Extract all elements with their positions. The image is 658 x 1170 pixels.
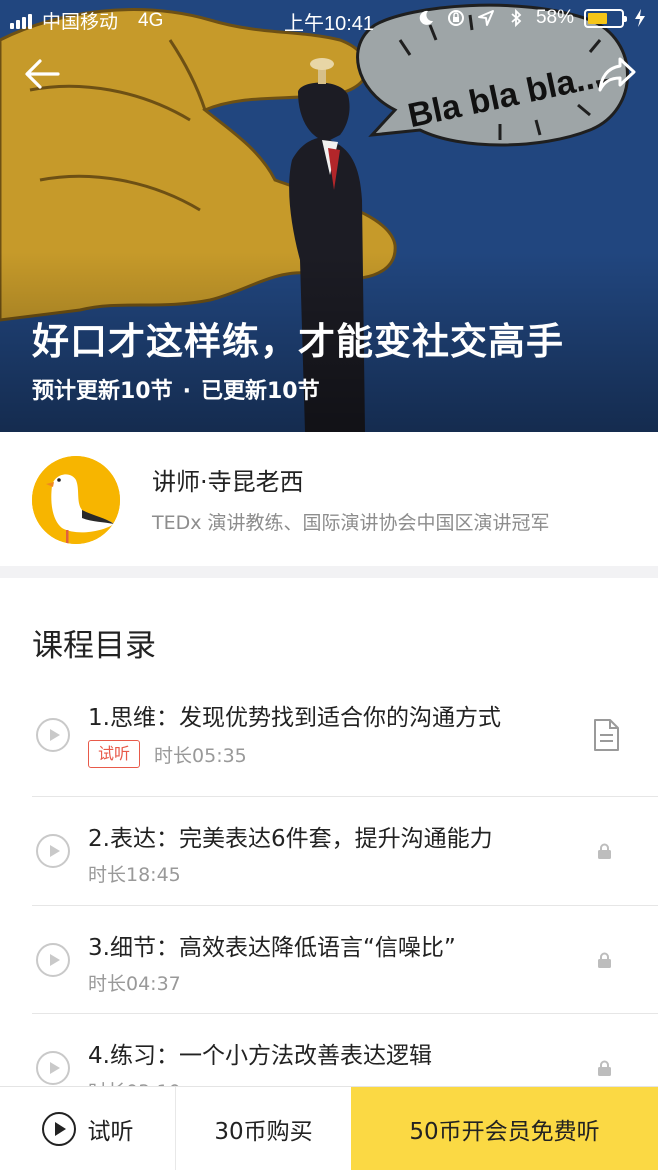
lesson-title: 2.表达：完美表达6件套，提升沟通能力 <box>88 826 493 852</box>
share-icon[interactable] <box>596 54 638 94</box>
updates-planned: 预计更新10节 <box>32 379 173 404</box>
play-circle-icon[interactable] <box>36 834 70 868</box>
lesson-meta: 时长04:37 <box>88 969 181 996</box>
bluetooth-icon <box>511 8 522 28</box>
lesson-meta: 试听 时长05:35 <box>88 740 247 768</box>
lesson-title: 4.练习：一个小方法改善表达逻辑 <box>88 1043 432 1069</box>
purchase-bar: 试听 30币购买 50币开会员免费听 <box>0 1086 658 1170</box>
separator: · <box>182 379 191 404</box>
course-update-info: 预计更新10节 · 已更新10节 <box>32 373 320 405</box>
section-divider <box>0 566 658 578</box>
lesson-item-2[interactable]: 2.表达：完美表达6件套，提升沟通能力 时长18:45 <box>32 797 658 906</box>
updates-done: 已更新10节 <box>200 379 320 404</box>
vip-membership-button[interactable]: 50币开会员免费听 <box>351 1087 658 1170</box>
lesson-item-3[interactable]: 3.细节：高效表达降低语言“信噪比” 时长04:37 <box>32 906 658 1014</box>
trial-listen-label: 试听 <box>87 1119 134 1145</box>
lock-icon <box>598 843 611 859</box>
lock-icon <box>598 952 611 968</box>
play-circle-icon[interactable] <box>36 718 70 752</box>
charging-icon <box>635 9 645 27</box>
teacher-card[interactable]: 讲师·寺昆老西 TEDx 演讲教练、国际演讲协会中国区演讲冠军 <box>0 432 658 566</box>
battery-icon <box>584 8 627 28</box>
lesson-duration: 时长04:37 <box>88 973 181 995</box>
play-circle-icon[interactable] <box>36 943 70 977</box>
trial-listen-button[interactable]: 试听 <box>0 1087 176 1170</box>
moon-icon <box>419 10 433 25</box>
battery-level <box>588 12 607 24</box>
course-title: 好口才这样练，才能变社交高手 <box>32 320 564 363</box>
teacher-description: TEDx 演讲教练、国际演讲协会中国区演讲冠军 <box>152 512 550 534</box>
course-cover: Bla bla bla... 中国移动 4G 上午10:41 58% 好口才这样… <box>0 0 658 432</box>
lesson-item-1[interactable]: 1.思维：发现优势找到适合你的沟通方式 试听 时长05:35 <box>32 680 658 797</box>
seagull-avatar-icon <box>32 456 120 544</box>
play-circle-icon <box>41 1112 76 1146</box>
status-bar: 中国移动 4G 上午10:41 58% <box>0 0 658 38</box>
lesson-duration: 时长05:35 <box>154 744 247 767</box>
lesson-duration: 时长18:45 <box>88 864 181 886</box>
play-circle-icon[interactable] <box>36 1051 70 1085</box>
battery-percent: 58% <box>535 7 574 28</box>
back-arrow-icon[interactable] <box>22 56 62 92</box>
trial-badge: 试听 <box>88 740 141 768</box>
catalog-title: 课程目录 <box>32 628 156 664</box>
avatar <box>32 456 120 544</box>
lesson-title: 3.细节：高效表达降低语言“信噪比” <box>88 935 456 961</box>
teacher-name: 讲师·寺昆老西 <box>152 468 304 496</box>
location-icon <box>477 10 494 26</box>
buy-button[interactable]: 30币购买 <box>176 1087 351 1170</box>
lesson-title: 1.思维：发现优势找到适合你的沟通方式 <box>88 705 501 731</box>
lesson-meta: 时长18:45 <box>88 860 181 887</box>
document-icon[interactable] <box>592 718 620 752</box>
lock-rotation-icon <box>447 10 464 26</box>
lock-icon <box>598 1060 611 1076</box>
